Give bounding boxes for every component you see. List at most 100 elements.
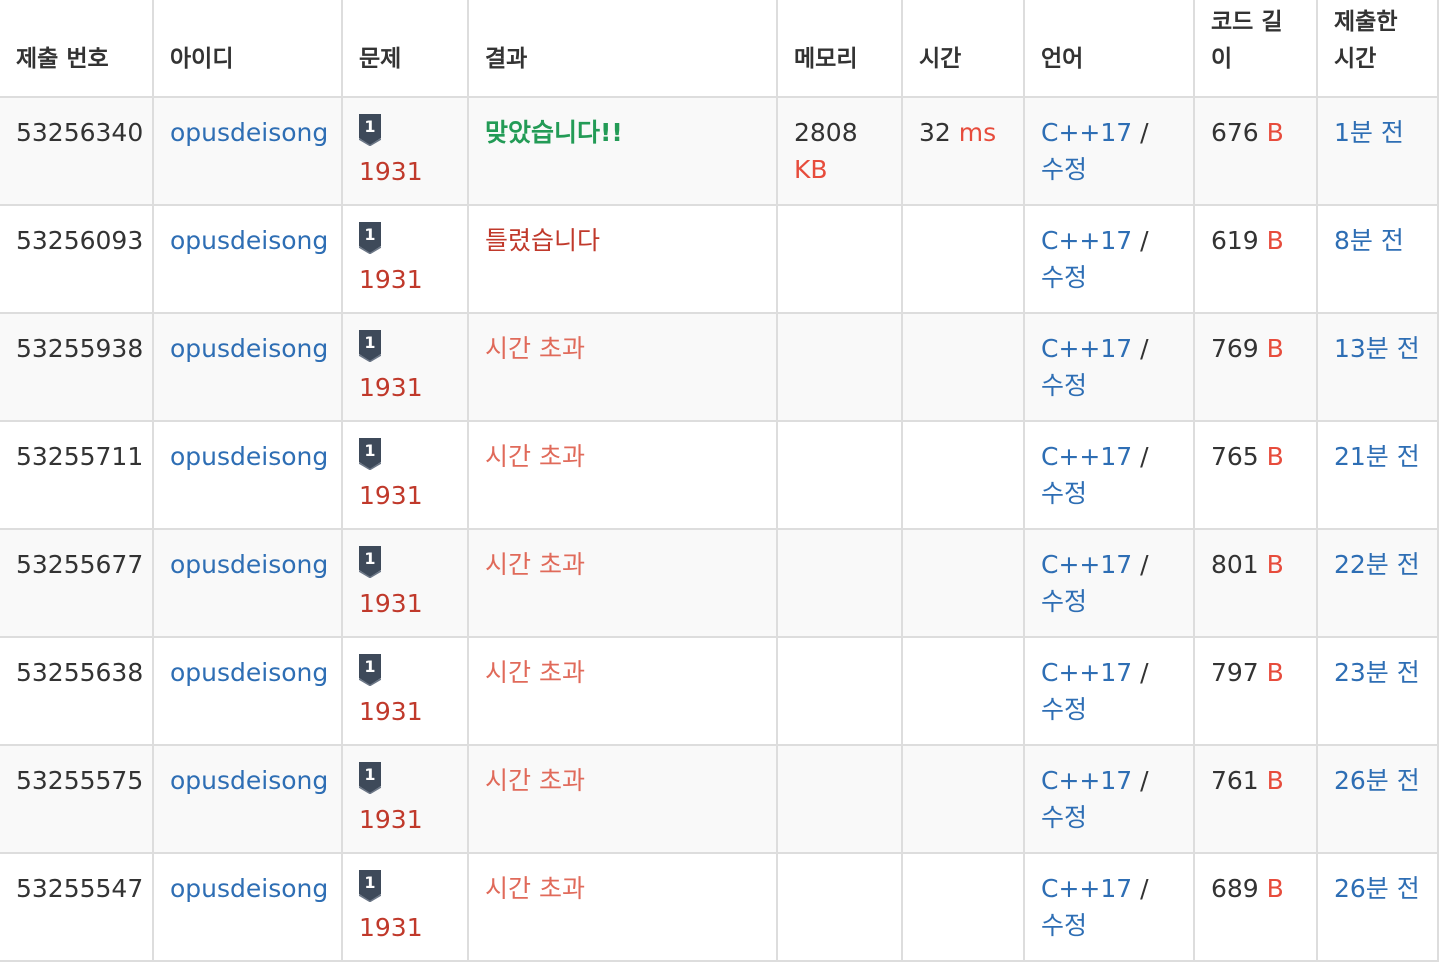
svg-text:1: 1 (364, 657, 375, 676)
header-language: 언어 (1023, 0, 1195, 98)
memory-cell (776, 744, 903, 854)
memory-cell (776, 420, 903, 530)
table-row: 53256340 opusdeisong 1 1931 맞았습니다!! 2808 K… (0, 96, 1439, 206)
user-cell: opusdeisong (152, 852, 343, 962)
submitted-at-link[interactable]: 8분 전 (1334, 226, 1404, 255)
language-link[interactable]: C++17 (1041, 226, 1132, 255)
language-separator: / (1140, 766, 1149, 795)
code-length-cell: 797 B (1193, 636, 1318, 746)
problem-link[interactable]: 1931 (359, 373, 423, 402)
result-cell: 시간 초과 (467, 852, 778, 962)
memory-cell (776, 528, 903, 638)
code-length-unit: B (1266, 334, 1284, 363)
problem-link[interactable]: 1931 (359, 913, 423, 942)
result-text: 시간 초과 (485, 766, 585, 795)
user-cell: opusdeisong (152, 528, 343, 638)
memory-cell (776, 852, 903, 962)
user-link[interactable]: opusdeisong (170, 874, 328, 903)
user-link[interactable]: opusdeisong (170, 550, 328, 579)
language-separator: / (1140, 874, 1149, 903)
edit-link[interactable]: 수정 (1041, 479, 1087, 508)
problem-link[interactable]: 1931 (359, 805, 423, 834)
submitted-at-link[interactable]: 26분 전 (1334, 874, 1420, 903)
code-length-value: 689 (1211, 874, 1259, 903)
submitted-at-cell: 1분 전 (1316, 96, 1439, 206)
user-link[interactable]: opusdeisong (170, 118, 328, 147)
submitted-at-cell: 26분 전 (1316, 744, 1439, 854)
status-table-header: 제출 번호 아이디 문제 결과 메모리 시간 언어 코드 길이 제출한 시간 (0, 0, 1439, 98)
time-unit: ms (958, 118, 997, 147)
language-link[interactable]: C++17 (1041, 766, 1132, 795)
problem-link[interactable]: 1931 (359, 589, 423, 618)
result-text: 맞았습니다!! (485, 118, 623, 147)
user-link[interactable]: opusdeisong (170, 334, 328, 363)
problem-link[interactable]: 1931 (359, 481, 423, 510)
language-link[interactable]: C++17 (1041, 658, 1132, 687)
time-cell (901, 744, 1025, 854)
language-separator: / (1140, 334, 1149, 363)
submission-id: 53256340 (16, 118, 144, 147)
language-link[interactable]: C++17 (1041, 874, 1132, 903)
problem-link[interactable]: 1931 (359, 697, 423, 726)
problem-cell: 1 1931 (341, 96, 469, 206)
submission-id-cell: 53255938 (0, 312, 154, 422)
table-row: 53255938 opusdeisong 1 1931 시간 초과 C++17 /… (0, 312, 1439, 422)
table-row: 53255575 opusdeisong 1 1931 시간 초과 C++17 /… (0, 744, 1439, 854)
submitted-at-link[interactable]: 23분 전 (1334, 658, 1420, 687)
table-row: 53255711 opusdeisong 1 1931 시간 초과 C++17 /… (0, 420, 1439, 530)
language-link[interactable]: C++17 (1041, 442, 1132, 471)
table-row: 53255677 opusdeisong 1 1931 시간 초과 C++17 /… (0, 528, 1439, 638)
submission-id: 53255677 (16, 550, 144, 579)
problem-cell: 1 1931 (341, 744, 469, 854)
submission-id-cell: 53255575 (0, 744, 154, 854)
edit-link[interactable]: 수정 (1041, 803, 1087, 832)
language-link[interactable]: C++17 (1041, 550, 1132, 579)
edit-link[interactable]: 수정 (1041, 911, 1087, 940)
submitted-at-link[interactable]: 1분 전 (1334, 118, 1404, 147)
code-length-cell: 801 B (1193, 528, 1318, 638)
edit-link[interactable]: 수정 (1041, 155, 1087, 184)
silver-1-tier-icon: 1 (359, 222, 381, 254)
edit-link[interactable]: 수정 (1041, 371, 1087, 400)
problem-cell: 1 1931 (341, 312, 469, 422)
header-submission-id: 제출 번호 (0, 0, 154, 98)
submitted-at-link[interactable]: 21분 전 (1334, 442, 1420, 471)
user-link[interactable]: opusdeisong (170, 658, 328, 687)
edit-link[interactable]: 수정 (1041, 263, 1087, 292)
code-length-value: 676 (1211, 118, 1259, 147)
submission-id-cell: 53256340 (0, 96, 154, 206)
code-length-value: 801 (1211, 550, 1259, 579)
user-link[interactable]: opusdeisong (170, 766, 328, 795)
svg-text:1: 1 (364, 225, 375, 244)
problem-cell: 1 1931 (341, 636, 469, 746)
problem-link[interactable]: 1931 (359, 265, 423, 294)
edit-link[interactable]: 수정 (1041, 695, 1087, 724)
submitted-at-cell: 22분 전 (1316, 528, 1439, 638)
user-link[interactable]: opusdeisong (170, 226, 328, 255)
silver-1-tier-icon: 1 (359, 870, 381, 902)
language-link[interactable]: C++17 (1041, 334, 1132, 363)
code-length-cell: 689 B (1193, 852, 1318, 962)
user-link[interactable]: opusdeisong (170, 442, 328, 471)
result-cell: 시간 초과 (467, 636, 778, 746)
language-link[interactable]: C++17 (1041, 118, 1132, 147)
result-cell: 맞았습니다!! (467, 96, 778, 206)
problem-cell: 1 1931 (341, 204, 469, 314)
problem-link[interactable]: 1931 (359, 157, 423, 186)
submitted-at-link[interactable]: 22분 전 (1334, 550, 1420, 579)
user-cell: opusdeisong (152, 420, 343, 530)
silver-1-tier-icon: 1 (359, 114, 381, 146)
svg-text:1: 1 (364, 873, 375, 892)
submitted-at-link[interactable]: 13분 전 (1334, 334, 1420, 363)
submitted-at-cell: 8분 전 (1316, 204, 1439, 314)
submission-id-cell: 53255711 (0, 420, 154, 530)
language-cell: C++17 / 수정 (1023, 636, 1195, 746)
time-cell (901, 636, 1025, 746)
code-length-cell: 761 B (1193, 744, 1318, 854)
submission-id-cell: 53256093 (0, 204, 154, 314)
memory-value: 2808 (794, 118, 858, 147)
code-length-unit: B (1266, 766, 1284, 795)
submitted-at-link[interactable]: 26분 전 (1334, 766, 1420, 795)
submitted-at-cell: 13분 전 (1316, 312, 1439, 422)
edit-link[interactable]: 수정 (1041, 587, 1087, 616)
